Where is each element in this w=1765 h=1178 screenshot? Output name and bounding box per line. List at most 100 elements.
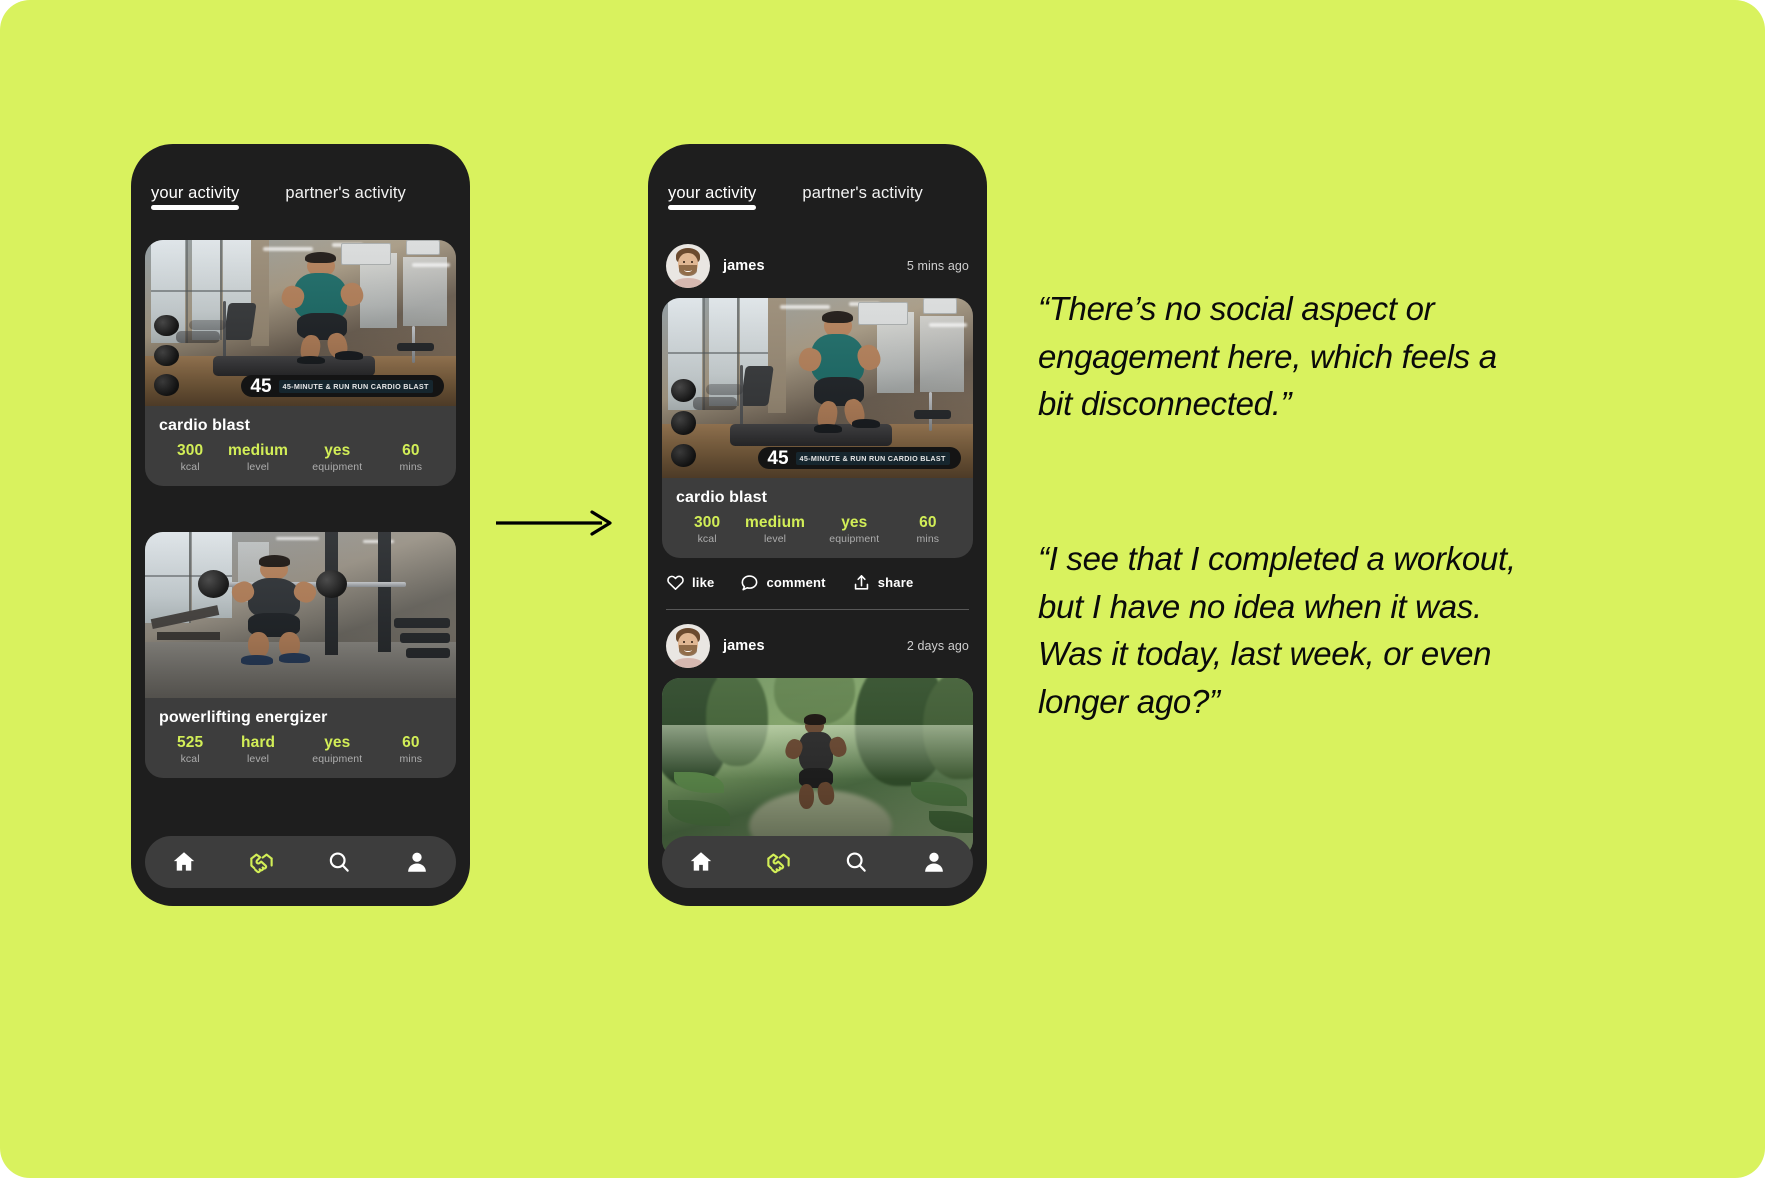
quote-timestamp-confusion: “I see that I completed a workout, but I… [1038,540,1516,720]
home-icon [690,852,712,871]
post-header: james 2 days ago [648,610,987,678]
stat-value: 60 [402,734,420,751]
share-label: share [877,575,914,590]
stat-value: yes [841,514,868,531]
stat-label: level [763,533,787,545]
feed-workout-card-cardio-blast[interactable]: 45 45-MINUTE & RUN RUN CARDIO BLAST card… [662,298,973,558]
flow-arrow-icon [496,510,612,536]
stat-value: medium [745,514,806,531]
stat-value: 300 [177,442,204,459]
avatar[interactable] [666,244,710,288]
workout-stats-row: 300 kcal medium level yes equipment 60 m… [145,435,456,486]
tab-bar-left: your activity partner's activity [131,184,470,210]
workout-card-powerlifting-energizer[interactable]: powerlifting energizer 525 kcal hard lev… [145,532,456,778]
workout-title: powerlifting energizer [159,709,328,726]
tab-partners-activity[interactable]: partner's activity [802,184,923,210]
phone-mockup-after: your activity partner's activity james 5… [648,144,987,906]
bottom-nav-right [662,836,973,888]
home-icon [173,852,195,871]
nav-search[interactable] [316,839,362,885]
nav-partner[interactable] [239,839,285,885]
post-timestamp: 5 mins ago [906,259,969,273]
heart-icon [667,575,684,590]
tab-bar-right: your activity partner's activity [648,184,987,210]
stat-label: mins [916,533,940,545]
activity-feed[interactable]: james 5 mins ago 45 45-MINUTE & RUN RUN … [648,230,987,906]
overlay-ticker-text: 45-MINUTE & RUN RUN CARDIO BLAST [278,379,433,393]
stat-mins: 60 mins [380,734,442,765]
overlay-number: 45 [250,375,272,397]
post-username: james [723,638,765,654]
stat-kcal: 300 kcal [676,514,738,545]
stat-label: kcal [180,753,200,765]
quote-social-aspect: “There’s no social aspect or engagement … [1038,290,1497,423]
stat-equipment: yes equipment [295,442,380,473]
stat-kcal: 300 kcal [159,442,221,473]
phone-mockup-before: your activity partner's activity 45 45-M… [131,144,470,906]
post-timestamp: 2 days ago [906,639,969,653]
stat-value: 525 [177,734,204,751]
nav-profile[interactable] [911,839,957,885]
treadmill-display-overlay: 45 45-MINUTE & RUN RUN CARDIO BLAST [241,375,444,397]
workout-image-treadmill: 45 45-MINUTE & RUN RUN CARDIO BLAST [145,240,456,406]
stat-label: equipment [312,753,363,765]
workout-image-treadmill: 45 45-MINUTE & RUN RUN CARDIO BLAST [662,298,973,478]
like-label: like [692,575,715,590]
workout-image-jungle-run [662,678,973,858]
workout-card-cardio-blast[interactable]: 45 45-MINUTE & RUN RUN CARDIO BLAST card… [145,240,456,486]
workout-stats-row: 525 kcal hard level yes equipment 60 min… [145,727,456,778]
stat-equipment: yes equipment [812,514,897,545]
search-icon [330,852,350,872]
stat-label: mins [399,753,423,765]
search-icon [847,852,867,872]
stat-label: level [246,753,270,765]
workout-image-squat [145,532,456,698]
stat-value: 60 [919,514,937,531]
nav-profile[interactable] [394,839,440,885]
bottom-nav-left [145,836,456,888]
handshake-icon [250,853,273,873]
stat-mins: 60 mins [897,514,959,545]
nav-search[interactable] [833,839,879,885]
comment-button[interactable]: comment [740,573,825,592]
stat-value: hard [241,734,276,751]
post-actions: like comment share [648,558,987,592]
tab-your-activity[interactable]: your activity [668,184,757,210]
stat-level: hard level [221,734,295,765]
stat-value: 60 [402,442,420,459]
comment-label: comment [766,575,826,590]
like-button[interactable]: like [666,573,714,592]
avatar[interactable] [666,624,710,668]
nav-home[interactable] [161,839,207,885]
stat-kcal: 525 kcal [159,734,221,765]
workout-title: cardio blast [676,489,768,506]
nav-partner[interactable] [756,839,802,885]
stat-level: medium level [221,442,295,473]
person-icon [408,852,427,872]
comment-icon [742,575,758,591]
feed-workout-card-trail-run[interactable] [662,678,973,858]
treadmill-display-overlay: 45 45-MINUTE & RUN RUN CARDIO BLAST [758,447,961,469]
stat-mins: 60 mins [380,442,442,473]
stat-value: medium [228,442,289,459]
stat-label: mins [399,461,423,473]
stat-level: medium level [738,514,812,545]
stat-value: yes [324,442,351,459]
post-header: james 5 mins ago [648,230,987,298]
stat-label: kcal [180,461,200,473]
workout-stats-row: 300 kcal medium level yes equipment 60 m… [662,507,973,558]
stat-value: yes [324,734,351,751]
stat-label: level [246,461,270,473]
post-username: james [723,258,765,274]
tab-partners-activity[interactable]: partner's activity [285,184,406,210]
overlay-ticker-text: 45-MINUTE & RUN RUN CARDIO BLAST [795,451,950,465]
nav-home[interactable] [678,839,724,885]
workout-title: cardio blast [159,417,251,434]
stat-label: equipment [312,461,363,473]
handshake-icon [767,853,790,873]
share-button[interactable]: share [852,573,914,592]
tab-your-activity[interactable]: your activity [151,184,240,210]
stat-label: kcal [697,533,717,545]
stat-label: equipment [829,533,880,545]
overlay-number: 45 [767,447,789,469]
